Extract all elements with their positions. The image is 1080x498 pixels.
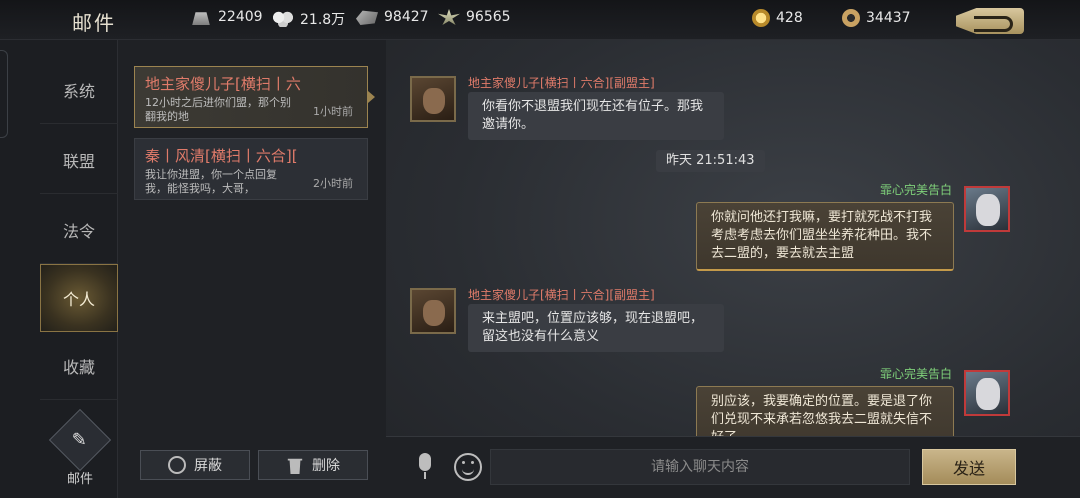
mail-preview: 我让你进盟，你一个点回复我，能怪我吗，大哥， — [145, 168, 277, 195]
message-bubble: 你就问他还打我嘛，要打就死战不打我考虑考虑去你们盟坐坐养花种田。我不去二盟的，要… — [696, 202, 954, 271]
compose-mail-button[interactable]: ✎ 邮件 — [48, 408, 112, 487]
cotton-icon — [272, 11, 294, 27]
emoji-icon[interactable] — [454, 453, 482, 481]
trash-icon — [287, 458, 303, 474]
mail-compose-icon: ✎ — [48, 408, 112, 472]
category-nav: 系统 联盟 法令 个人 收藏 ✎ 邮件 — [0, 40, 118, 498]
message-bubble: 来主盟吧，位置应该够，现在退盟吧，留这也没有什么意义 — [468, 304, 724, 352]
chat-panel[interactable]: 地主家傻儿子[横扫丨六合][副盟主] 你看你不退盟我们现在还有位子。那我邀请你。… — [386, 40, 1080, 498]
grain-icon — [438, 9, 460, 25]
send-button[interactable]: 发送 — [922, 449, 1016, 485]
page-title: 邮件 — [72, 11, 116, 35]
currency-value: 34437 — [866, 10, 911, 26]
avatar[interactable] — [964, 186, 1010, 232]
message-bubble: 你看你不退盟我们现在还有位子。那我邀请你。 — [468, 92, 724, 140]
nav-item-alliance[interactable]: 联盟 — [40, 126, 118, 194]
sender-name: 霏心完美告白 — [879, 183, 952, 197]
currency-gold: 428 — [752, 9, 803, 27]
resource-value: 96565 — [466, 9, 511, 25]
delete-button[interactable]: 删除 — [258, 450, 368, 480]
sender-name: 地主家傻儿子[横扫丨六合][副盟主] — [468, 288, 655, 302]
resource-cotton: 21.8万 — [272, 9, 345, 29]
chat-timestamp: 昨天 21:51:43 — [656, 150, 765, 172]
resource-value: 21.8万 — [300, 12, 346, 28]
resource-stone: 98427 — [356, 9, 429, 25]
avatar[interactable] — [410, 288, 456, 334]
copper-coin-icon — [842, 9, 860, 27]
sender-name: 地主家傻儿子[横扫丨六合][副盟主] — [468, 76, 655, 90]
person-icon — [168, 456, 186, 474]
avatar[interactable] — [964, 370, 1010, 416]
avatar[interactable] — [410, 76, 456, 122]
nav-edge-decoration — [0, 50, 8, 138]
chat-input-bar: 发送 — [386, 436, 1080, 498]
back-button[interactable] — [956, 8, 1024, 34]
mail-time: 2小时前 — [313, 177, 353, 190]
microphone-icon[interactable] — [416, 453, 434, 479]
mail-preview: 12小时之后进你们盟，那个别翻我的地 — [145, 96, 291, 123]
stone-icon — [356, 10, 378, 25]
resource-grain: 96565 — [438, 9, 511, 25]
resource-value: 22409 — [218, 9, 263, 25]
chat-input[interactable] — [490, 449, 910, 485]
nav-item-decree[interactable]: 法令 — [40, 196, 118, 264]
currency-copper: 34437 — [842, 9, 911, 27]
block-label: 屏蔽 — [194, 458, 222, 474]
block-button[interactable]: 屏蔽 — [140, 450, 250, 480]
mail-item[interactable]: 秦丨风清[横扫丨六合][ 我让你进盟，你一个点回复我，能怪我吗，大哥， 2小时前 — [134, 138, 368, 200]
mail-time: 1小时前 — [313, 105, 353, 118]
resource-value: 98427 — [384, 9, 429, 25]
mail-subject: 秦丨风清[横扫丨六合][ — [145, 147, 298, 165]
nav-item-favorites[interactable]: 收藏 — [40, 332, 118, 400]
silver-ingot-icon — [192, 12, 210, 25]
resource-silver: 22409 — [190, 9, 263, 25]
nav-item-personal[interactable]: 个人 — [40, 264, 118, 332]
mail-subject: 地主家傻儿子[横扫丨六 — [145, 75, 301, 93]
mail-item[interactable]: 地主家傻儿子[横扫丨六 12小时之后进你们盟，那个别翻我的地 1小时前 — [134, 66, 375, 128]
gold-coin-icon — [752, 9, 770, 27]
top-bar: 邮件 22409 21.8万 98427 96565 428 34437 — [0, 0, 1080, 40]
sender-name: 霏心完美告白 — [879, 367, 952, 381]
delete-label: 删除 — [312, 458, 340, 474]
mail-list: 地主家傻儿子[横扫丨六 12小时之后进你们盟，那个别翻我的地 1小时前 秦丨风清… — [118, 40, 386, 498]
currency-value: 428 — [776, 10, 803, 26]
nav-item-system[interactable]: 系统 — [40, 56, 118, 124]
